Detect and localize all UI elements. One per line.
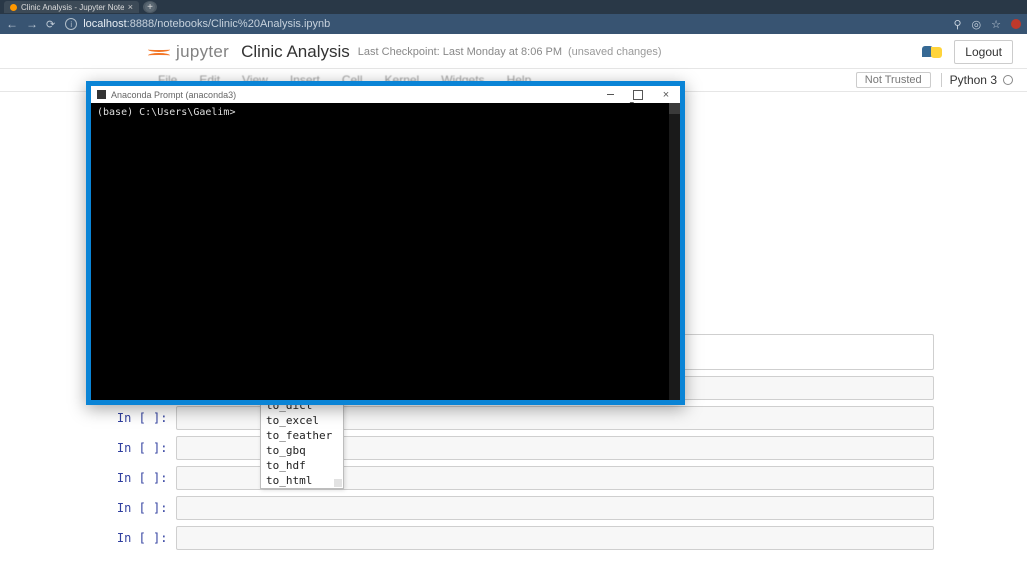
back-icon[interactable]: ← (6, 17, 18, 31)
url-text: localhost:8888/notebooks/Clinic%20Analys… (83, 18, 330, 30)
code-cell[interactable]: In [ ]: (94, 526, 934, 550)
scrollbar-up-icon[interactable] (669, 103, 680, 114)
bookmark-icon[interactable]: ☆ (991, 18, 1001, 31)
anaconda-prompt-window[interactable]: Anaconda Prompt (anaconda3) × (base) C:\… (86, 81, 685, 405)
jupyter-logo[interactable]: jupyter (148, 42, 229, 62)
profile-avatar-icon[interactable] (1011, 19, 1021, 29)
nav-arrows: ← → ⟳ (6, 17, 55, 31)
cell-prompt: In [ ]: (94, 496, 176, 515)
cell-input[interactable] (176, 526, 934, 550)
cell-input[interactable] (176, 496, 934, 520)
zoom-icon[interactable]: ⚲ (953, 18, 961, 31)
code-cell[interactable]: In [ ]: (94, 436, 934, 460)
terminal-line: (base) C:\Users\Gaelim> (97, 107, 674, 118)
autocomplete-item[interactable]: to_html (261, 473, 343, 488)
python-icon (922, 42, 942, 62)
autocomplete-popup[interactable]: to_dict to_excel to_feather to_gbq to_hd… (260, 397, 344, 489)
kernel-name-text: Python 3 (950, 73, 997, 87)
code-cell[interactable]: In [ ]: (94, 466, 934, 490)
autocomplete-item[interactable]: to_feather (261, 428, 343, 443)
site-info-icon[interactable]: i (65, 18, 77, 30)
kernel-indicator[interactable]: Python 3 (941, 73, 1013, 87)
window-minimize-button[interactable] (596, 86, 624, 103)
terminal-scrollbar[interactable] (669, 103, 680, 400)
url-host: localhost (83, 18, 126, 30)
mouse-cursor-icon: ↖ (628, 98, 639, 114)
jupyter-favicon (10, 4, 17, 11)
notebook-title[interactable]: Clinic Analysis (241, 42, 350, 62)
new-tab-button[interactable]: + (143, 1, 157, 13)
cell-prompt: In [ ]: (94, 406, 176, 425)
cell-prompt: In [ ]: (94, 436, 176, 455)
reload-icon[interactable]: ⟳ (46, 18, 55, 31)
unsaved-indicator: (unsaved changes) (568, 46, 662, 58)
terminal-title: Anaconda Prompt (anaconda3) (111, 90, 596, 100)
terminal-titlebar[interactable]: Anaconda Prompt (anaconda3) × (91, 86, 680, 103)
address-bar[interactable]: i localhost:8888/notebooks/Clinic%20Anal… (65, 18, 943, 30)
jupyter-logo-icon (148, 47, 170, 58)
forward-icon[interactable]: → (26, 17, 38, 31)
browser-tab[interactable]: Clinic Analysis - Jupyter Noteboo × (4, 1, 139, 13)
resize-handle-icon[interactable] (334, 479, 342, 487)
url-path: :8888/notebooks/Clinic%20Analysis.ipynb (127, 18, 331, 30)
autocomplete-item[interactable]: to_gbq (261, 443, 343, 458)
cell-prompt: In [ ]: (94, 526, 176, 545)
toolbar-right-icons: ⚲ ◎ ☆ (953, 18, 1021, 31)
autocomplete-item[interactable]: to_excel (261, 413, 343, 428)
jupyter-header: jupyter Clinic Analysis Last Checkpoint:… (0, 34, 1027, 69)
code-cell[interactable]: In [ ]: (94, 496, 934, 520)
autocomplete-item[interactable]: to_hdf (261, 458, 343, 473)
browser-tabstrip: Clinic Analysis - Jupyter Noteboo × + (0, 0, 1027, 14)
kernel-status-icon (1003, 75, 1013, 85)
code-cell[interactable]: In [ ]: (94, 406, 934, 430)
checkpoint-text: Last Checkpoint: Last Monday at 8:06 PM (358, 46, 562, 58)
browser-toolbar: ← → ⟳ i localhost:8888/notebooks/Clinic%… (0, 14, 1027, 34)
window-close-button[interactable]: × (652, 86, 680, 103)
cell-prompt: In [ ]: (94, 466, 176, 485)
jupyter-logo-text: jupyter (176, 42, 229, 62)
tab-title: Clinic Analysis - Jupyter Noteboo (21, 3, 124, 12)
tab-close-icon[interactable]: × (128, 2, 133, 12)
terminal-app-icon (97, 90, 106, 99)
extension-icon[interactable]: ◎ (972, 18, 982, 31)
logout-button[interactable]: Logout (954, 40, 1013, 64)
terminal-body[interactable]: (base) C:\Users\Gaelim> (91, 103, 680, 400)
trust-indicator[interactable]: Not Trusted (856, 72, 931, 88)
